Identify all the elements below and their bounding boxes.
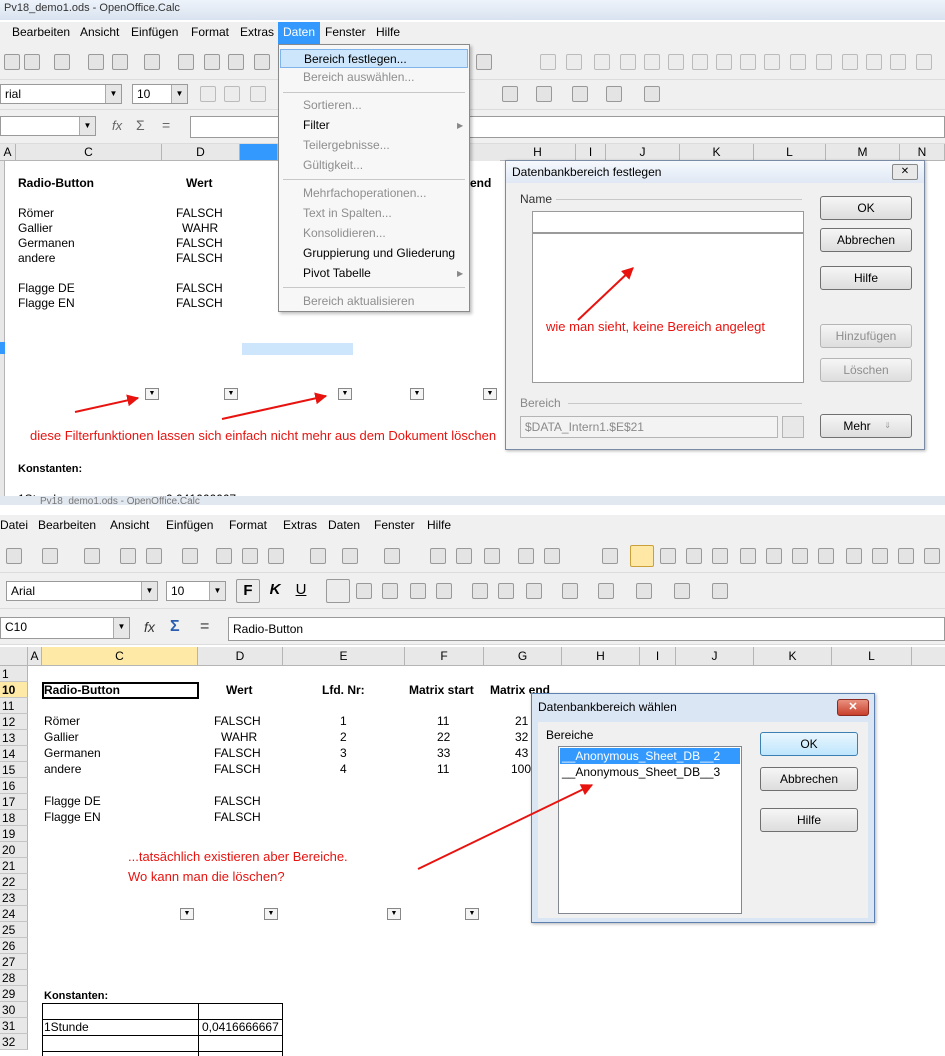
arrow-to-filter (74, 394, 140, 413)
bottom-screenshot: Datei Bearbeiten Ansicht Einfügen Format… (0, 505, 945, 1056)
arrow-to-filter (221, 392, 328, 420)
top-screenshot: Pv18_demo1.ods - OpenOffice.Calc Bearbei… (0, 0, 945, 505)
arrow-to-list (417, 784, 594, 870)
arrow-to-list (577, 267, 634, 321)
annotation-arrows (417, 784, 594, 870)
annotation-arrows (74, 267, 634, 420)
